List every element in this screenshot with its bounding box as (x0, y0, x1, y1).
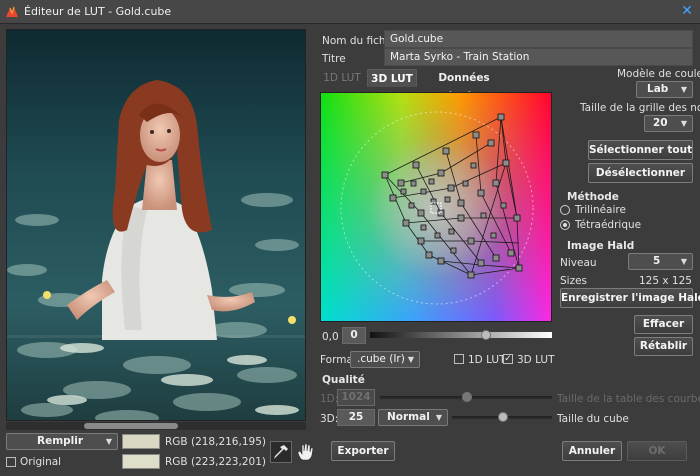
checkbox-3d-lut-label: 3D LUT (517, 354, 555, 366)
deselect-button[interactable]: Désélectionner (588, 163, 693, 183)
chevron-down-icon: ▼ (680, 257, 687, 266)
quality-3d-desc: Taille du cube (557, 413, 629, 425)
hald-section-title: Image Hald (567, 240, 635, 252)
title-label: Titre (322, 53, 346, 65)
grid-size-dropdown[interactable]: 20 ▼ (644, 115, 693, 132)
lightness-min-label: 0,0 (322, 331, 339, 343)
restore-button[interactable]: Rétablir (634, 337, 693, 356)
title-bar: Éditeur de LUT - Gold.cube ✕ (0, 0, 700, 24)
original-label: Original (20, 456, 62, 468)
color-model-value: Lab (647, 83, 669, 95)
window-title: Éditeur de LUT - Gold.cube (24, 5, 172, 18)
fill-dropdown[interactable]: Remplir ▼ (6, 433, 118, 450)
chevron-down-icon: ▼ (435, 413, 442, 422)
hald-sizes-label: Sizes (560, 275, 588, 287)
lut-color-plot[interactable] (320, 92, 552, 322)
hald-sizes-value: 125 x 125 (639, 275, 692, 287)
lightness-value[interactable]: 0 (342, 327, 366, 344)
chevron-down-icon: ▼ (407, 355, 414, 364)
select-all-button[interactable]: Sélectionner tout (588, 140, 693, 160)
checkbox-3d-lut[interactable]: ✓ (503, 354, 513, 364)
chevron-down-icon: ▼ (680, 85, 687, 94)
quality-3d-label: 3D: (320, 413, 339, 425)
quality-mode-value: Normal (387, 411, 430, 423)
close-icon[interactable]: ✕ (678, 2, 696, 20)
checkbox-1d-lut-label: 1D LUT (468, 354, 506, 366)
format-value: .cube (Ir) (357, 353, 405, 365)
clear-button[interactable]: Effacer (634, 315, 693, 334)
radio-tetrahedral-label: Tétraédrique (575, 219, 642, 231)
quality-1d-desc: Taille de la table des courbes (557, 393, 700, 405)
chevron-down-icon: ▼ (680, 119, 687, 128)
tab-1d-lut[interactable]: 1D LUT (320, 69, 364, 87)
export-button[interactable]: Exporter (331, 441, 395, 461)
scrollbar-thumb[interactable] (84, 423, 178, 429)
quality-1d-value[interactable]: 1024 (337, 389, 375, 406)
save-hald-button[interactable]: Enregistrer l'image Hald (560, 288, 700, 308)
quality-3d-value[interactable]: 25 (337, 409, 375, 426)
tab-text-data[interactable]: Données texte (422, 69, 506, 102)
quality-1d-slider-knob[interactable] (462, 392, 472, 402)
rgb-top-label: RGB (218,216,195) (165, 436, 266, 448)
eyedropper-icon[interactable] (270, 441, 292, 463)
quality-section-title: Qualité (322, 374, 365, 386)
rgb-bottom-label: RGB (223,223,201) (165, 456, 266, 468)
grid-size-value: 20 (653, 117, 668, 129)
hand-icon[interactable] (294, 441, 316, 463)
method-section-title: Méthode (567, 191, 619, 203)
hald-level-value: 5 (653, 255, 661, 267)
cancel-button[interactable]: Annuler (562, 441, 622, 461)
original-checkbox[interactable] (6, 457, 16, 467)
fill-value: Remplir (37, 435, 84, 447)
ok-button[interactable]: OK (627, 441, 687, 461)
color-model-label: Modèle de couleur (617, 68, 700, 80)
tab-3d-lut[interactable]: 3D LUT (367, 69, 417, 87)
app-logo-icon (6, 6, 18, 17)
format-dropdown[interactable]: .cube (Ir) ▼ (350, 351, 420, 368)
hald-level-dropdown[interactable]: 5 ▼ (628, 253, 693, 270)
color-model-dropdown[interactable]: Lab ▼ (636, 81, 693, 98)
image-preview[interactable] (6, 29, 306, 421)
photo-artwork (7, 30, 305, 420)
lut-plot-svg (321, 93, 551, 321)
quality-3d-slider-knob[interactable] (498, 412, 508, 422)
grid-size-label: Taille de la grille des nœuds (580, 102, 700, 114)
quality-1d-label: 1D: (320, 393, 339, 405)
lightness-slider-knob[interactable] (481, 330, 492, 340)
radio-trilinear-label: Trilinéaire (575, 204, 626, 216)
chevron-down-icon: ▼ (105, 437, 112, 446)
lightness-slider-track[interactable] (370, 332, 552, 338)
color-swatch-bottom[interactable] (122, 454, 160, 469)
filename-field[interactable]: Gold.cube (384, 30, 693, 48)
radio-trilinear[interactable] (560, 205, 570, 215)
radio-tetrahedral[interactable] (560, 220, 570, 230)
quality-mode-dropdown[interactable]: Normal ▼ (378, 409, 448, 426)
title-field[interactable]: Marta Syrko - Train Station (384, 48, 693, 66)
color-swatch-top[interactable] (122, 434, 160, 449)
checkbox-1d-lut[interactable] (454, 354, 464, 364)
hald-level-label: Niveau (560, 257, 597, 269)
